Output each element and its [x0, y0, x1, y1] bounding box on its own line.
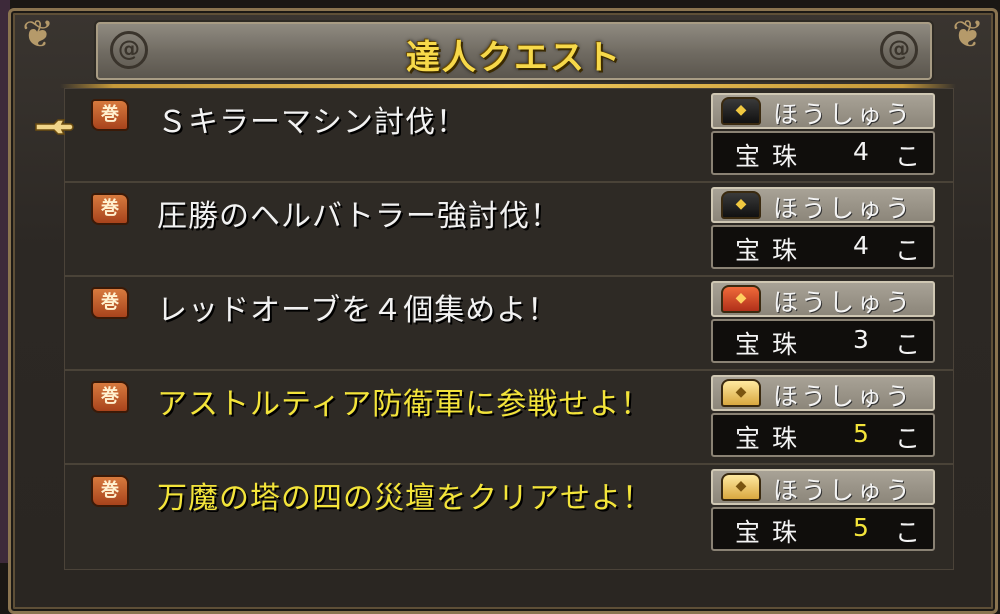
- quest-row[interactable]: 巻 レッドオーブを４個集めよ！ ◆ ほうしゅう 宝珠 3 こ: [65, 277, 953, 371]
- quest-row[interactable]: 巻 Ｓキラーマシン討伐！ ◆ ほうしゅう 宝珠 4 こ: [65, 89, 953, 183]
- reward-quantity: 4: [853, 137, 869, 166]
- reward-item-name: 宝珠: [735, 518, 810, 547]
- reward-quantity: 5: [853, 419, 869, 448]
- quest-row[interactable]: 巻 圧勝のヘルバトラー強討伐！ ◆ ほうしゅう 宝珠 4 こ: [65, 183, 953, 277]
- scroll-icon: 巻: [91, 475, 129, 507]
- reward-item: 宝珠 5 こ: [711, 413, 935, 457]
- quest-row[interactable]: 巻 万魔の塔の四の災壇をクリアせよ！ ◆ ほうしゅう 宝珠 5 こ: [65, 465, 953, 557]
- reward-label: ほうしゅう: [773, 382, 914, 411]
- reward-quantity: 5: [853, 513, 869, 542]
- reward-item: 宝珠 4 こ: [711, 131, 935, 175]
- quest-name: 圧勝のヘルバトラー強討伐！: [157, 199, 561, 234]
- quest-row[interactable]: 巻 アストルティア防衛軍に参戦せよ！ ◆ ほうしゅう 宝珠 5 こ: [65, 371, 953, 465]
- corner-ornament-icon: ❦: [952, 12, 984, 56]
- swirl-ornament-icon: @: [880, 31, 918, 69]
- quest-name: Ｓキラーマシン討伐！: [157, 105, 467, 140]
- reward-label: ほうしゅう: [773, 288, 914, 317]
- treasure-chest-icon: ◆: [721, 379, 761, 407]
- reward-unit: こ: [895, 236, 921, 265]
- corner-ornament-icon: ❦: [22, 12, 54, 56]
- reward-item: 宝珠 5 こ: [711, 507, 935, 551]
- treasure-chest-icon: ◆: [721, 191, 761, 219]
- reward-item-name: 宝珠: [735, 236, 810, 265]
- scroll-icon: 巻: [91, 99, 129, 131]
- reward-unit: こ: [895, 330, 921, 359]
- reward-unit: こ: [895, 518, 921, 547]
- reward-header: ◆ ほうしゅう: [711, 93, 935, 129]
- reward-quantity: 4: [853, 231, 869, 260]
- treasure-chest-icon: ◆: [721, 473, 761, 501]
- quest-name: 万魔の塔の四の災壇をクリアせよ！: [157, 481, 653, 516]
- scroll-icon: 巻: [91, 287, 129, 319]
- reward-box: ◆ ほうしゅう 宝珠 3 こ: [711, 281, 935, 365]
- reward-item-name: 宝珠: [735, 424, 810, 453]
- reward-unit: こ: [895, 142, 921, 171]
- reward-box: ◆ ほうしゅう 宝珠 5 こ: [711, 469, 935, 553]
- scroll-icon: 巻: [91, 381, 129, 413]
- scroll-icon: 巻: [91, 193, 129, 225]
- reward-box: ◆ ほうしゅう 宝珠 4 こ: [711, 187, 935, 271]
- reward-label: ほうしゅう: [773, 194, 914, 223]
- reward-item: 宝珠 3 こ: [711, 319, 935, 363]
- reward-header: ◆ ほうしゅう: [711, 187, 935, 223]
- reward-header: ◆ ほうしゅう: [711, 469, 935, 505]
- reward-header: ◆ ほうしゅう: [711, 281, 935, 317]
- reward-item: 宝珠 4 こ: [711, 225, 935, 269]
- reward-item-name: 宝珠: [735, 142, 810, 171]
- treasure-chest-icon: ◆: [721, 97, 761, 125]
- reward-quantity: 3: [853, 325, 869, 354]
- reward-box: ◆ ほうしゅう 宝珠 4 こ: [711, 93, 935, 177]
- pointing-hand-icon: [35, 119, 74, 135]
- reward-header: ◆ ほうしゅう: [711, 375, 935, 411]
- quest-list: 巻 Ｓキラーマシン討伐！ ◆ ほうしゅう 宝珠 4 こ 巻 圧勝のヘルバトラー強…: [64, 88, 954, 570]
- reward-label: ほうしゅう: [773, 100, 914, 129]
- reward-item-name: 宝珠: [735, 330, 810, 359]
- title-bar: @ 達人クエスト @: [96, 22, 932, 80]
- reward-label: ほうしゅう: [773, 476, 914, 505]
- treasure-chest-icon: ◆: [721, 285, 761, 313]
- quest-name: アストルティア防衛軍に参戦せよ！: [157, 387, 652, 422]
- window-title: 達人クエスト: [406, 38, 622, 78]
- quest-name: レッドオーブを４個集めよ！: [157, 293, 559, 328]
- reward-unit: こ: [895, 424, 921, 453]
- reward-box: ◆ ほうしゅう 宝珠 5 こ: [711, 375, 935, 459]
